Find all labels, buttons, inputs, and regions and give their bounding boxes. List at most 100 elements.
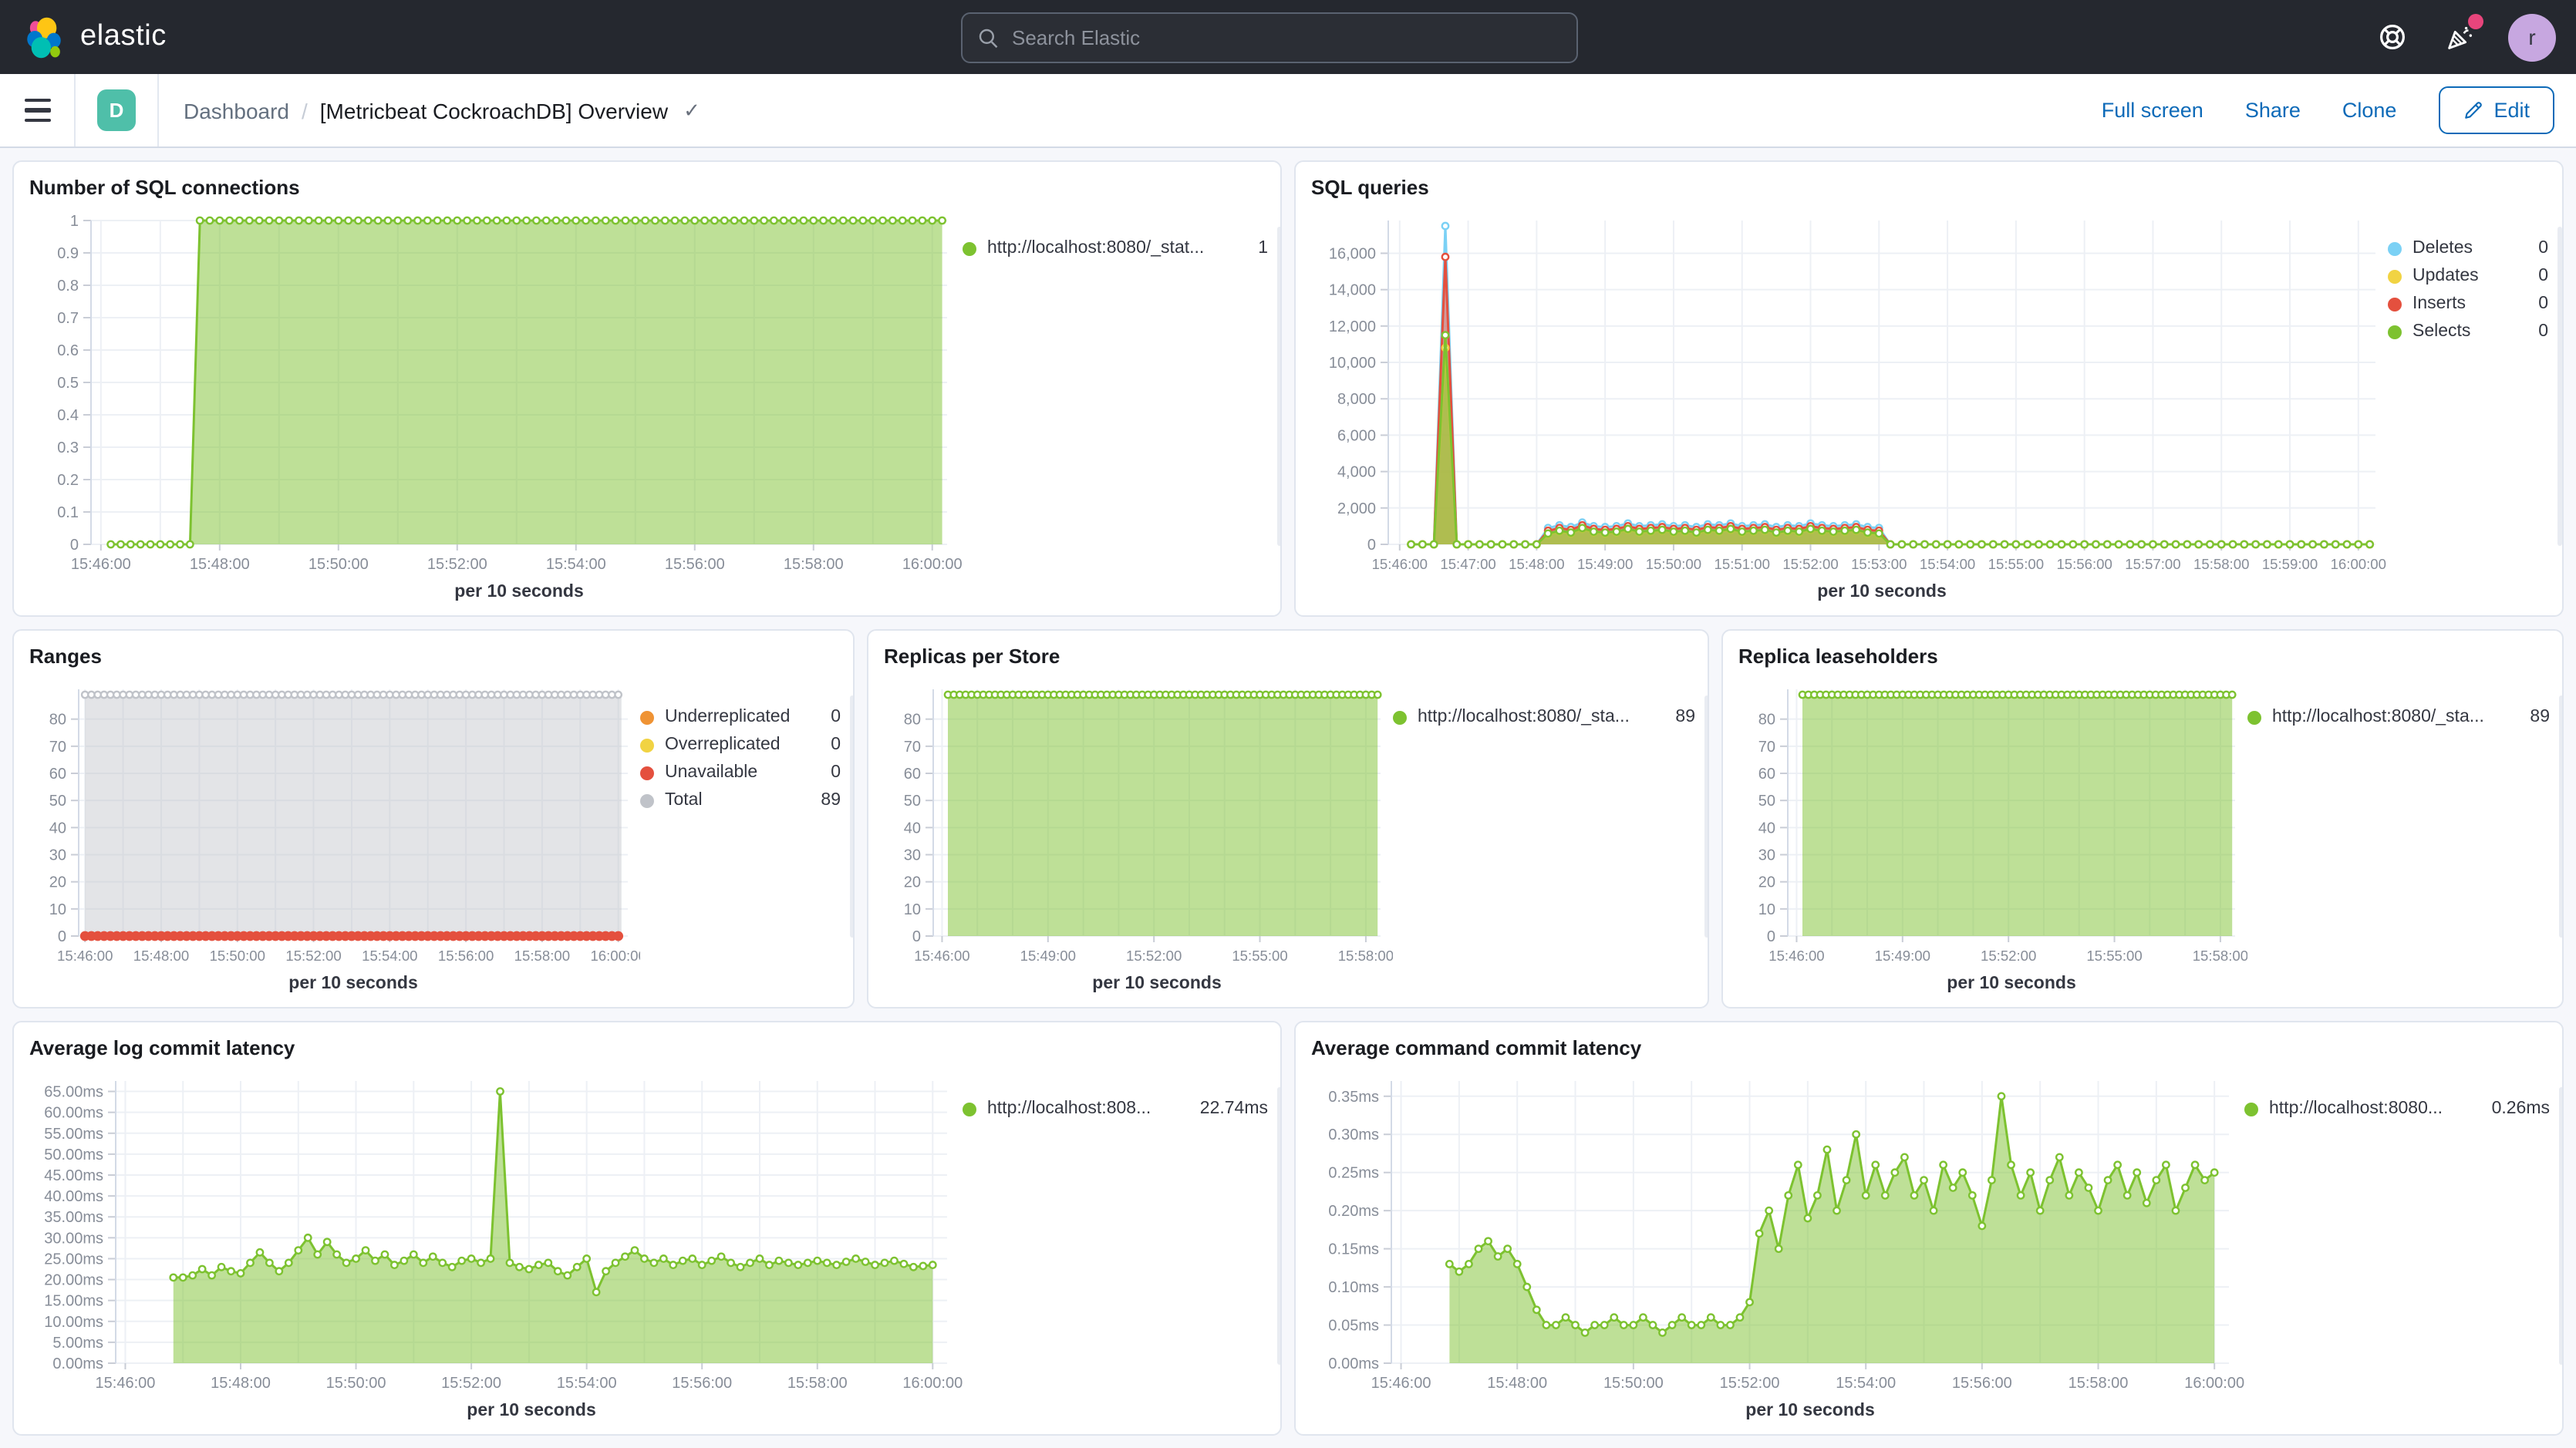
legend-label: http://localhost:808...	[987, 1099, 1151, 1118]
panel-title[interactable]: Average command commit latency	[1311, 1035, 2547, 1062]
svg-text:0: 0	[70, 537, 79, 554]
svg-text:15:50:00: 15:50:00	[326, 1375, 386, 1392]
elastic-logo[interactable]: elastic	[0, 15, 330, 59]
legend-scrollbar[interactable]	[850, 695, 855, 938]
svg-text:50.00ms: 50.00ms	[44, 1147, 103, 1163]
svg-text:20: 20	[1758, 874, 1775, 891]
svg-text:15:55:00: 15:55:00	[1232, 948, 1287, 964]
svg-text:15:57:00: 15:57:00	[2125, 556, 2180, 572]
legend-dot-icon	[640, 793, 654, 807]
svg-text:15:47:00: 15:47:00	[1440, 556, 1495, 572]
svg-text:1: 1	[70, 213, 79, 230]
legend-item[interactable]: http://localhost:8080/_sta...89	[1393, 708, 1695, 726]
panel-ranges: Ranges 0102030405060708015:46:0015:48:001…	[12, 629, 855, 1009]
legend-scrollbar[interactable]	[2559, 695, 2564, 938]
saved-check-icon[interactable]: ✓	[683, 98, 700, 123]
svg-text:10: 10	[49, 901, 66, 918]
svg-text:50: 50	[904, 793, 921, 810]
full-screen-link[interactable]: Full screen	[2102, 99, 2203, 122]
legend-label: Unavailable	[665, 763, 757, 782]
legend-item[interactable]: Updates0	[2388, 267, 2548, 285]
chart-legend: http://localhost:8080/_sta...89	[2247, 674, 2564, 1005]
menu-icon[interactable]	[0, 74, 76, 146]
panel-title[interactable]: Ranges	[29, 643, 838, 671]
panel-title[interactable]: Number of SQL connections	[29, 174, 1265, 202]
svg-text:15.00ms: 15.00ms	[44, 1293, 103, 1310]
share-link[interactable]: Share	[2245, 99, 2301, 122]
chart-plot-sql_connections: 00.10.20.30.40.50.60.70.80.9115:46:0015:…	[29, 205, 963, 614]
svg-text:0.15ms: 0.15ms	[1328, 1241, 1379, 1258]
header-right-controls: r	[2375, 0, 2576, 74]
panel-replica_leaseholders: Replica leaseholders0102030405060708015:…	[1721, 629, 2564, 1009]
legend-scrollbar[interactable]	[2559, 1087, 2564, 1365]
news-feed-icon[interactable]	[2442, 20, 2476, 54]
svg-text:4,000: 4,000	[1337, 464, 1376, 481]
edit-button[interactable]: Edit	[2438, 86, 2554, 134]
dashboard-grid: Number of SQL connections00.10.20.30.40.…	[0, 148, 2576, 1448]
svg-text:30: 30	[904, 847, 921, 864]
chart-legend: http://localhost:808...22.74ms	[963, 1066, 1282, 1433]
svg-text:15:54:00: 15:54:00	[1836, 1375, 1896, 1392]
panel-title[interactable]: SQL queries	[1311, 174, 2547, 202]
legend-item[interactable]: Selects0	[2388, 322, 2548, 341]
legend-item[interactable]: http://localhost:8080/_sta...89	[2247, 708, 2550, 726]
legend-item[interactable]: Total89	[640, 791, 841, 810]
legend-item[interactable]: http://localhost:8080...0.26ms	[2244, 1099, 2550, 1118]
legend-value: 89	[1663, 708, 1695, 726]
svg-text:15:54:00: 15:54:00	[362, 948, 417, 964]
svg-text:2,000: 2,000	[1337, 500, 1376, 517]
svg-text:16,000: 16,000	[1329, 245, 1376, 262]
legend-item[interactable]: Unavailable0	[640, 763, 841, 782]
legend-item[interactable]: Underreplicated0	[640, 708, 841, 726]
legend-scrollbar[interactable]	[1704, 695, 1709, 938]
space-badge[interactable]: D	[97, 89, 136, 131]
legend-scrollbar[interactable]	[1277, 227, 1282, 546]
chart-plot-ranges: 0102030405060708015:46:0015:48:0015:50:0…	[29, 674, 640, 1005]
legend-item[interactable]: Overreplicated0	[640, 736, 841, 754]
chart-plot-replicas_store: 0102030405060708015:46:0015:49:0015:52:0…	[884, 674, 1393, 1005]
svg-text:0.5: 0.5	[57, 375, 79, 392]
legend-value: 0	[2526, 267, 2548, 285]
svg-text:0.6: 0.6	[57, 342, 79, 359]
legend-value: 0.26ms	[2480, 1099, 2550, 1118]
legend-dot-icon	[640, 738, 654, 752]
legend-item[interactable]: Inserts0	[2388, 295, 2548, 313]
svg-text:15:58:00: 15:58:00	[514, 948, 570, 964]
panel-title[interactable]: Replica leaseholders	[1738, 643, 2547, 671]
svg-text:0.8: 0.8	[57, 278, 79, 295]
legend-item[interactable]: http://localhost:8080/_stat...1	[963, 239, 1268, 258]
svg-text:15:56:00: 15:56:00	[665, 556, 725, 573]
panel-title[interactable]: Replicas per Store	[884, 643, 1692, 671]
global-search-box[interactable]: Search Elastic	[961, 12, 1578, 63]
svg-text:10.00ms: 10.00ms	[44, 1314, 103, 1331]
dashboard-actions: Full screen Share Clone Edit	[2102, 86, 2576, 134]
svg-text:0: 0	[1767, 928, 1775, 945]
user-avatar[interactable]: r	[2508, 13, 2556, 61]
legend-dot-icon	[2388, 297, 2402, 311]
svg-text:16:00:00: 16:00:00	[590, 948, 640, 964]
legend-dot-icon	[2388, 241, 2402, 255]
svg-text:60: 60	[1758, 766, 1775, 783]
notification-dot	[2468, 14, 2483, 29]
svg-text:70: 70	[1758, 739, 1775, 756]
svg-text:per 10 seconds: per 10 seconds	[467, 1399, 595, 1419]
svg-text:50: 50	[49, 793, 66, 810]
legend-value: 0	[2526, 239, 2548, 258]
help-icon[interactable]	[2375, 20, 2409, 54]
svg-text:15:49:00: 15:49:00	[1577, 556, 1633, 572]
svg-text:0.9: 0.9	[57, 245, 79, 262]
svg-text:35.00ms: 35.00ms	[44, 1209, 103, 1226]
clone-link[interactable]: Clone	[2342, 99, 2397, 122]
legend-scrollbar[interactable]	[2557, 227, 2562, 546]
legend-value: 1	[1246, 239, 1268, 258]
panel-title[interactable]: Average log commit latency	[29, 1035, 1265, 1062]
chart-legend: http://localhost:8080/_stat...1	[963, 205, 1282, 614]
svg-text:15:46:00: 15:46:00	[57, 948, 113, 964]
legend-item[interactable]: http://localhost:808...22.74ms	[963, 1099, 1268, 1118]
svg-text:14,000: 14,000	[1329, 282, 1376, 299]
svg-text:15:46:00: 15:46:00	[1768, 948, 1824, 964]
breadcrumb-dashboard-link[interactable]: Dashboard	[184, 98, 289, 123]
legend-scrollbar[interactable]	[1277, 1087, 1282, 1365]
svg-text:per 10 seconds: per 10 seconds	[454, 581, 583, 601]
legend-item[interactable]: Deletes0	[2388, 239, 2548, 258]
